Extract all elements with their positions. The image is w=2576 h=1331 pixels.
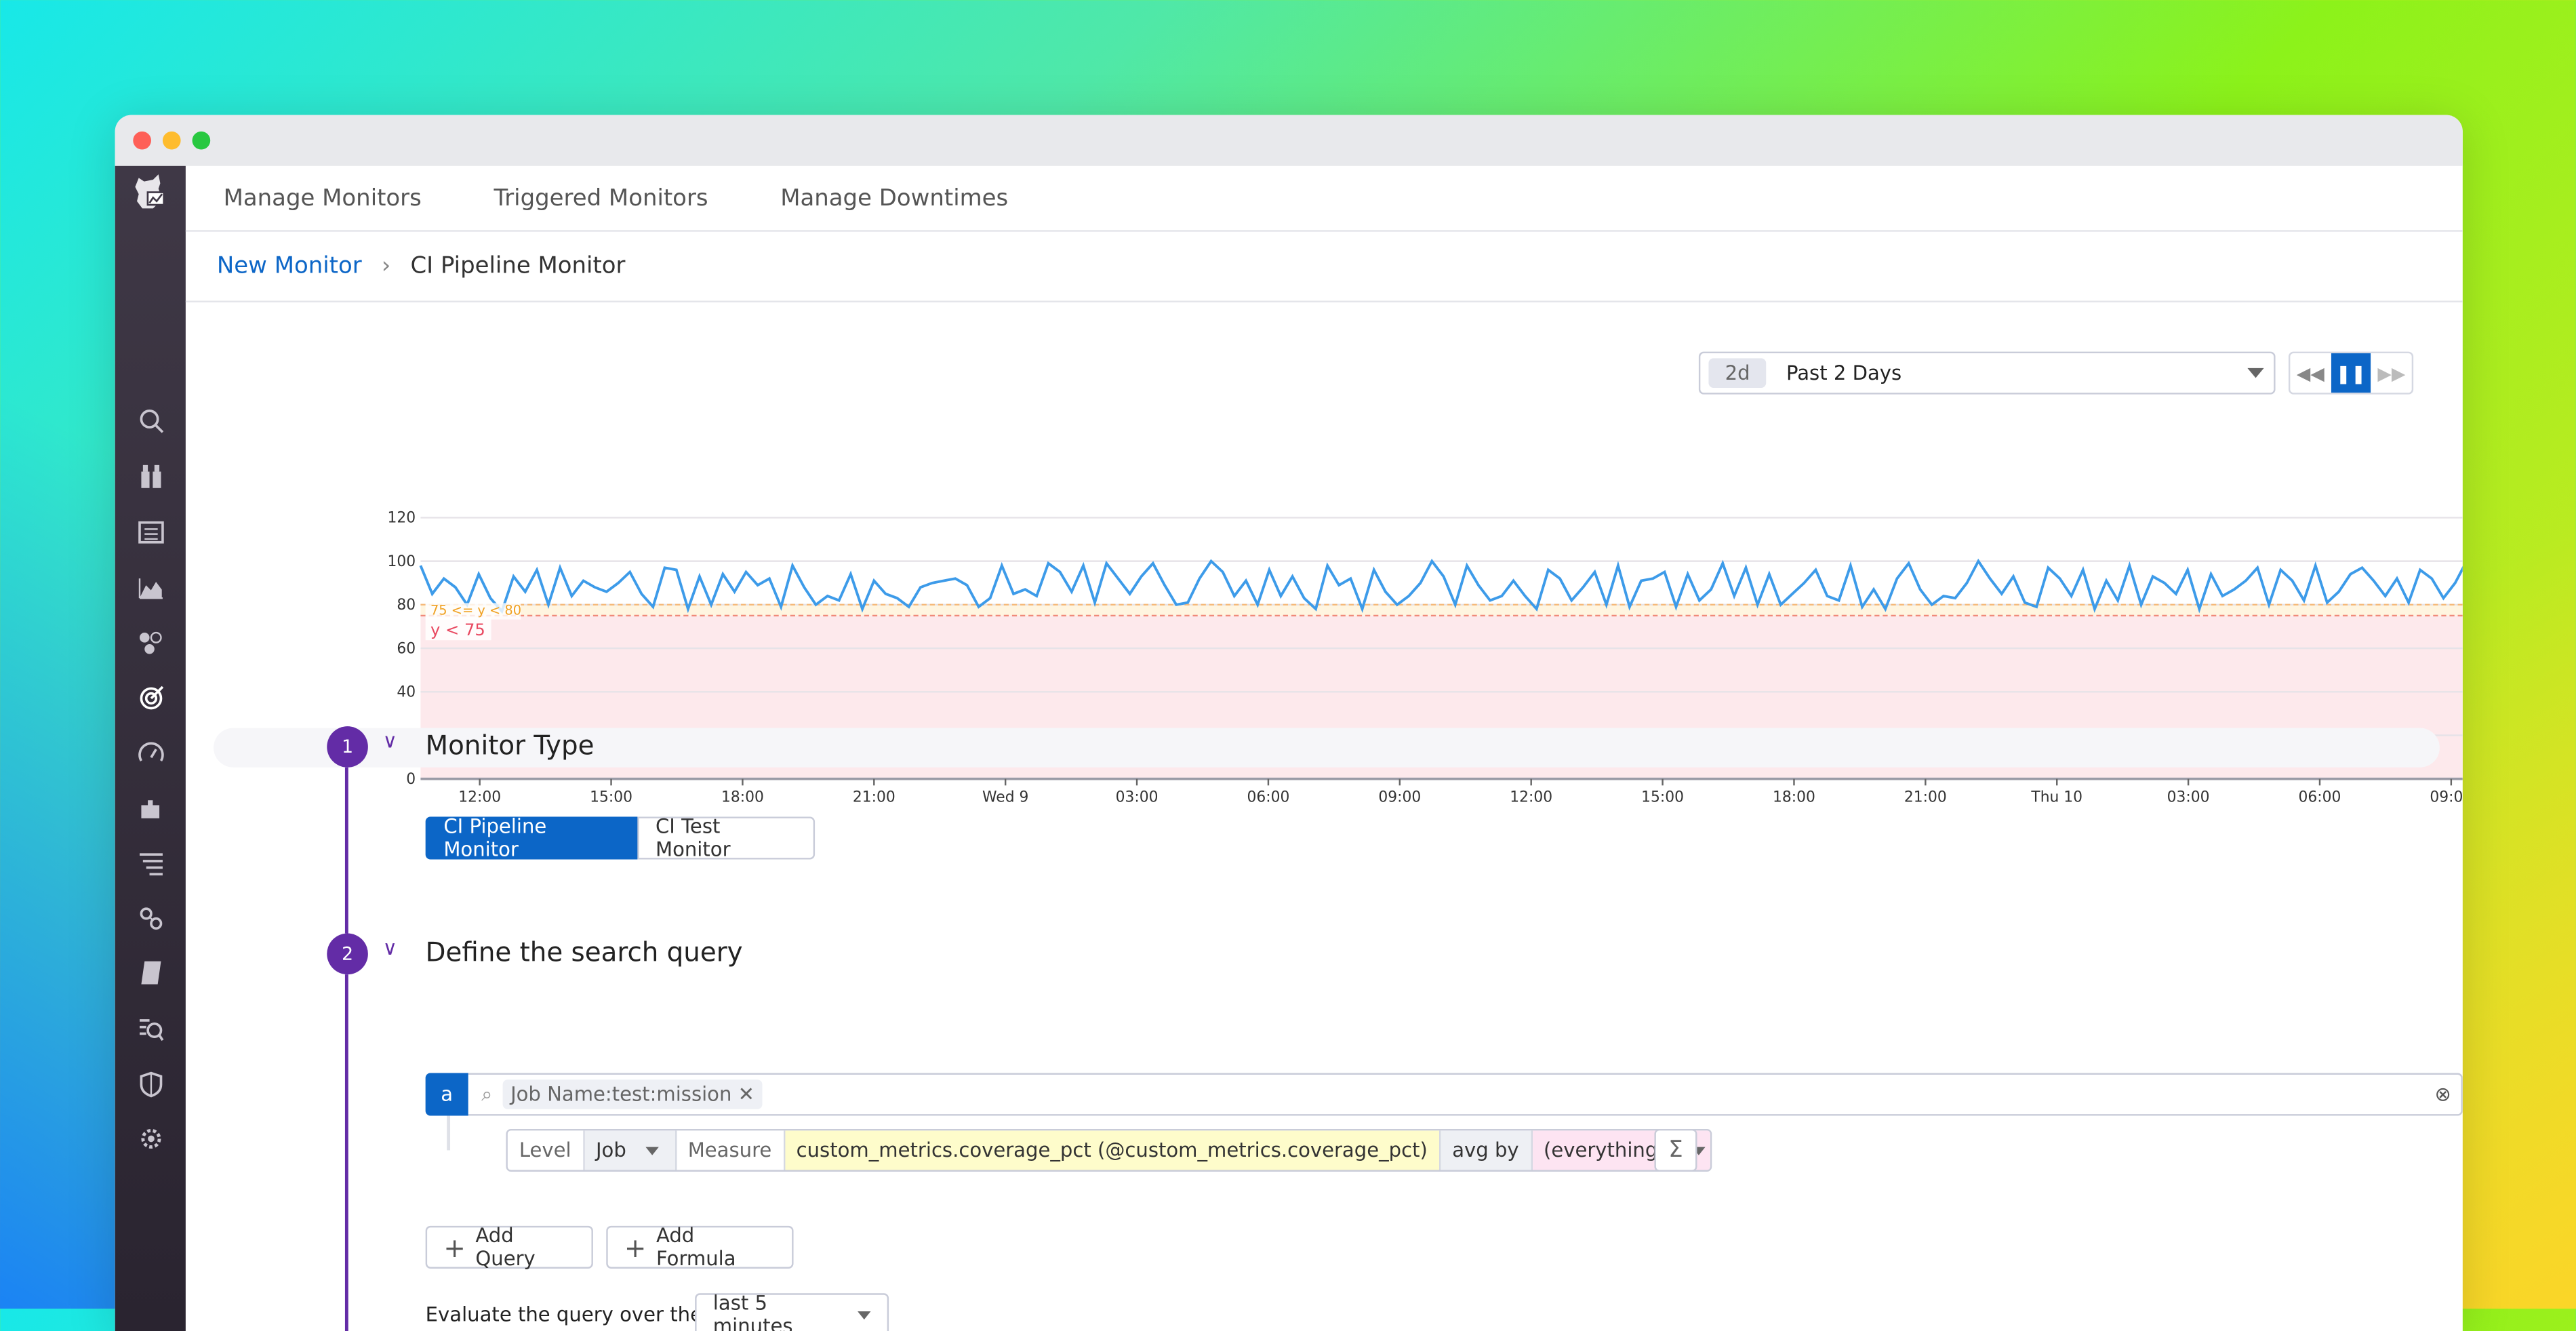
x-tick-label: 12:00 bbox=[1510, 789, 1552, 806]
y-tick-label: 0 bbox=[406, 771, 416, 788]
plus-icon: + bbox=[443, 1231, 466, 1263]
evaluation-window-select[interactable]: last 5 minutes bbox=[695, 1291, 889, 1331]
evaluation-window-value: last 5 minutes bbox=[712, 1291, 793, 1331]
level-select[interactable]: Job bbox=[584, 1130, 677, 1170]
search-query-input[interactable] bbox=[772, 1081, 2435, 1107]
remove-filter-icon[interactable]: ✕ bbox=[738, 1083, 754, 1106]
query-options: Level Job Measure custom_metrics.coverag… bbox=[506, 1128, 1712, 1172]
area-chart-icon[interactable] bbox=[135, 570, 166, 601]
logs-icon[interactable] bbox=[135, 846, 166, 877]
shield-icon[interactable] bbox=[135, 1068, 166, 1099]
filter-chip[interactable]: Job Name:test:mission ✕ bbox=[502, 1079, 763, 1109]
add-query-label: Add Query bbox=[475, 1224, 536, 1271]
avg-by-label: avg by bbox=[1441, 1130, 1533, 1170]
ci-test-monitor-button[interactable]: CI Test Monitor bbox=[637, 815, 816, 861]
close-window-button[interactable] bbox=[133, 131, 151, 150]
x-tick-label: 21:00 bbox=[1904, 789, 1947, 806]
x-tick-label: 09:00 bbox=[1378, 789, 1421, 806]
filter-chip-label: Job Name:test:mission bbox=[510, 1083, 732, 1107]
datadog-logo-icon[interactable] bbox=[129, 171, 169, 214]
avg-by-value: (everything) bbox=[1543, 1138, 1666, 1162]
list-icon[interactable] bbox=[135, 516, 166, 547]
step-title: Monitor Type bbox=[425, 730, 595, 761]
gauge-icon[interactable] bbox=[135, 736, 166, 768]
x-tick-label: 15:00 bbox=[590, 789, 632, 806]
x-tick-label: 18:00 bbox=[721, 789, 764, 806]
chevron-down-icon[interactable]: ∨ bbox=[383, 730, 397, 753]
monitors-icon[interactable] bbox=[135, 682, 166, 713]
level-label: Level bbox=[508, 1130, 585, 1170]
x-tick-label: Thu 10 bbox=[2030, 789, 2082, 806]
y-tick-label: 40 bbox=[397, 684, 416, 701]
settings-icon[interactable] bbox=[135, 1122, 166, 1153]
step-number: 1 bbox=[327, 726, 368, 768]
step-connector bbox=[344, 767, 348, 934]
x-tick-label: Wed 9 bbox=[982, 789, 1028, 806]
link-icon[interactable] bbox=[135, 902, 166, 934]
critical-threshold-label: y < 75 bbox=[430, 620, 485, 639]
evaluate-label: Evaluate the query over the bbox=[425, 1303, 702, 1326]
step-number: 2 bbox=[327, 933, 368, 975]
search-icon: ⌕ bbox=[481, 1081, 493, 1105]
sigma-function-button[interactable]: Σ bbox=[1654, 1128, 1697, 1172]
measure-label: Measure bbox=[677, 1130, 785, 1170]
y-tick-label: 120 bbox=[388, 510, 416, 527]
app-window: Manage Monitors Triggered Monitors Manag… bbox=[115, 115, 2463, 1331]
puzzle-icon[interactable] bbox=[135, 792, 166, 823]
caret-down-icon bbox=[645, 1146, 660, 1155]
x-tick-label: 03:00 bbox=[1116, 789, 1159, 806]
minimize-window-button[interactable] bbox=[162, 131, 181, 150]
query-connector bbox=[447, 1115, 451, 1151]
x-tick-label: 18:00 bbox=[1773, 789, 1815, 806]
add-formula-label: Add Formula bbox=[656, 1224, 736, 1271]
sidebar bbox=[115, 165, 186, 1331]
x-tick-label: 06:00 bbox=[1247, 789, 1290, 806]
x-tick-label: 09:00 bbox=[2430, 789, 2462, 806]
y-tick-label: 60 bbox=[397, 640, 416, 657]
x-tick-label: 03:00 bbox=[2167, 789, 2210, 806]
clear-search-icon[interactable]: ⊗ bbox=[2434, 1083, 2451, 1106]
add-formula-button[interactable]: + Add Formula bbox=[606, 1224, 794, 1271]
binoculars-icon[interactable] bbox=[135, 460, 166, 492]
series-line bbox=[419, 558, 2463, 614]
caret-down-icon bbox=[858, 1310, 871, 1319]
main-content: Manage Monitors Triggered Monitors Manag… bbox=[185, 166, 2463, 1331]
notebook-icon[interactable] bbox=[135, 956, 166, 987]
x-tick-label: 15:00 bbox=[1641, 789, 1684, 806]
query-row: a ⌕ Job Name:test:mission ✕ ⊗ bbox=[425, 1073, 2463, 1116]
search-icon[interactable] bbox=[135, 404, 166, 435]
level-value: Job bbox=[595, 1138, 626, 1162]
measure-select[interactable]: custom_metrics.coverage_pct (@custom_met… bbox=[784, 1130, 1441, 1170]
query-letter: a bbox=[425, 1073, 468, 1116]
warning-threshold-label: 75 <= y < 80 bbox=[430, 602, 521, 618]
maximize-window-button[interactable] bbox=[192, 131, 211, 150]
synthetics-icon[interactable] bbox=[135, 1012, 166, 1044]
x-tick-label: 21:00 bbox=[853, 789, 895, 806]
y-tick-label: 80 bbox=[397, 597, 416, 614]
title-bar bbox=[115, 115, 2463, 166]
chevron-down-icon[interactable]: ∨ bbox=[383, 936, 397, 959]
step-connector bbox=[344, 974, 348, 1331]
x-tick-label: 12:00 bbox=[458, 789, 501, 806]
y-tick-label: 100 bbox=[388, 553, 416, 570]
step-title: Define the search query bbox=[425, 936, 743, 968]
add-query-button[interactable]: + Add Query bbox=[425, 1224, 593, 1271]
x-tick-label: 06:00 bbox=[2299, 789, 2341, 806]
hexagons-icon[interactable] bbox=[135, 626, 166, 657]
metric-chart: 02040608010012012:0015:0018:0021:00Wed 9… bbox=[388, 510, 2463, 806]
ci-pipeline-monitor-button[interactable]: CI Pipeline Monitor bbox=[425, 815, 639, 861]
warning-zone bbox=[420, 604, 2463, 616]
plus-icon: + bbox=[624, 1231, 647, 1263]
